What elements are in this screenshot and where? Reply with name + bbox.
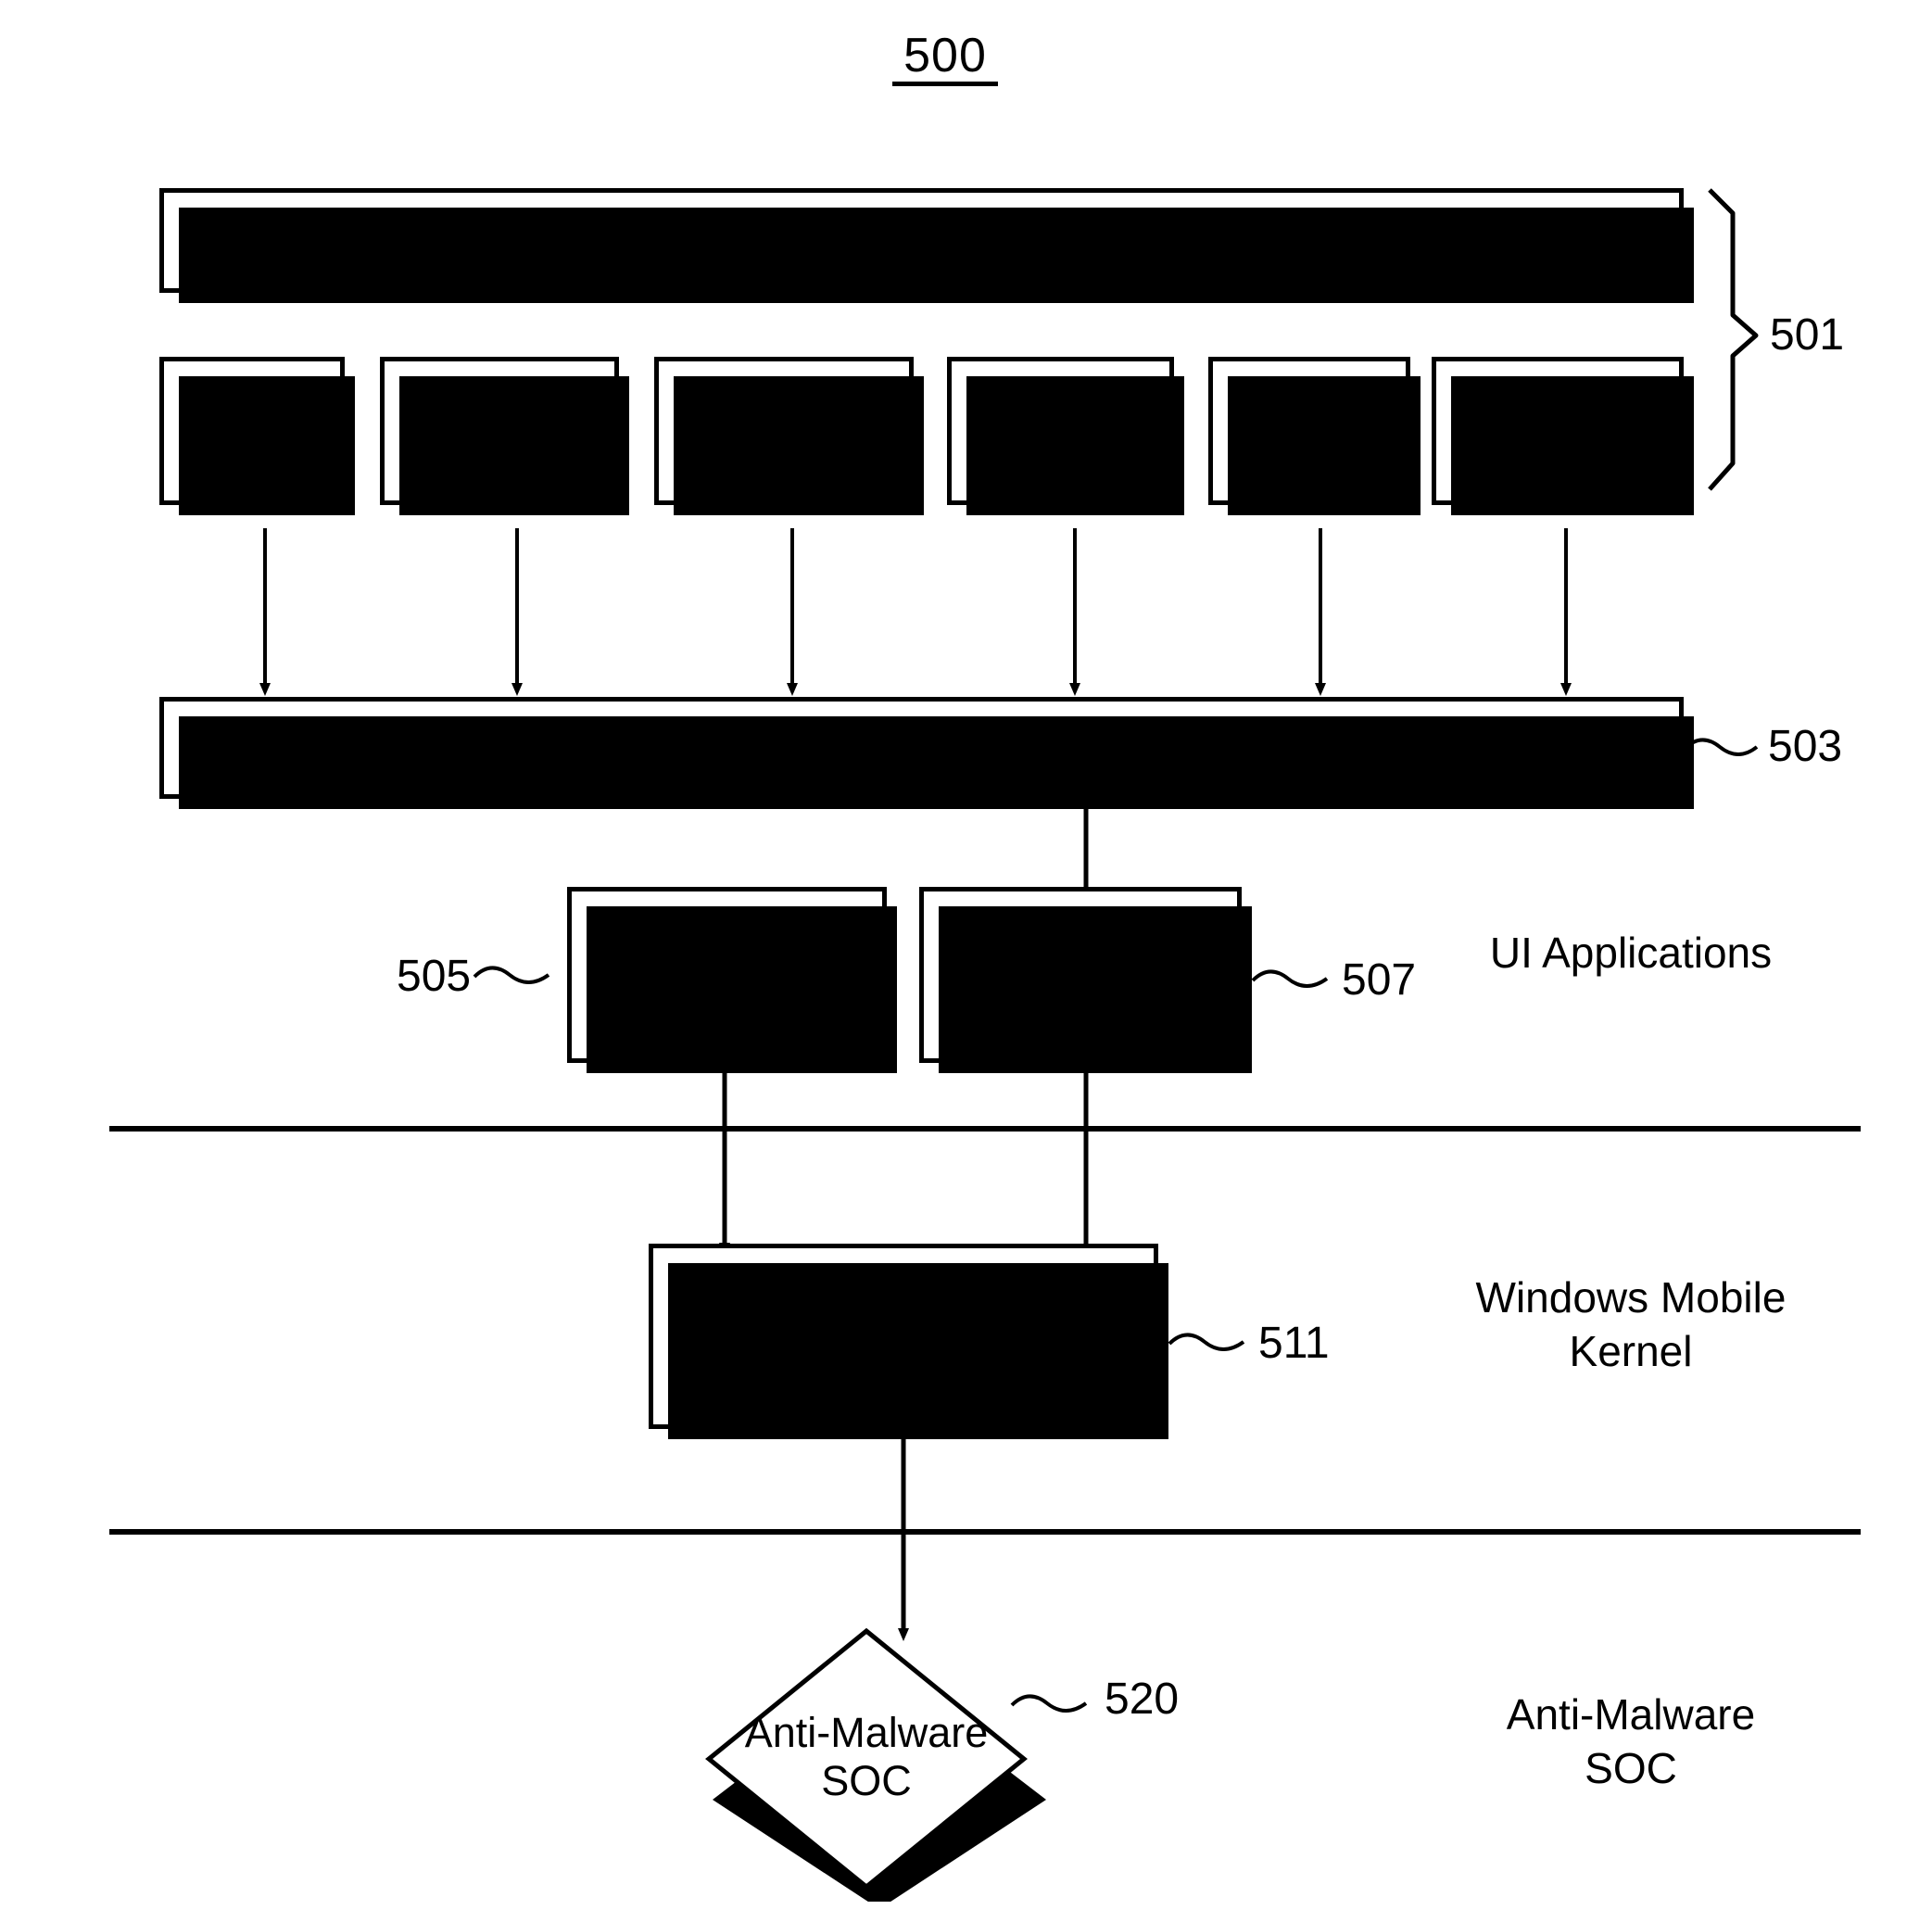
scan-source-memory-scan[interactable]: Memory Scan (1208, 357, 1421, 515)
message-receiver-block[interactable]: Message Receiver (919, 887, 1252, 1073)
stream-interface-driver-block[interactable]: Anti-Malware SOC Stream Interface Driver (649, 1244, 1168, 1439)
ui-block-label: UI (900, 215, 943, 264)
scan-source-label: File Event Scan (398, 386, 601, 475)
ref-507: 507 (1342, 955, 1417, 1005)
section-caption-windows-mobile-kernel: Windows Mobile Kernel (1475, 1273, 1787, 1375)
ref-520: 520 (1105, 1675, 1180, 1724)
scan-source-manual-scan[interactable]: Manual Scan (159, 357, 355, 515)
ui-block[interactable]: UI (159, 188, 1694, 303)
ref-501: 501 (1770, 310, 1845, 360)
section-caption-anti-malware-soc: Anti-Malware SOC (1506, 1690, 1756, 1792)
scan-queue-block[interactable]: Scan Queue (159, 697, 1694, 809)
scan-file-sender-label: Scan File Sender (639, 927, 814, 1021)
scan-source-label: Schedule Scan (977, 386, 1144, 475)
ref-505: 505 (397, 952, 472, 1001)
ref-511: 511 (1258, 1319, 1330, 1368)
scan-source-label: Device Event Scan (682, 386, 886, 475)
anti-malware-soc-diamond[interactable]: Anti-Malware SOC (676, 1624, 1056, 1902)
scan-source-label: Manual Scan (186, 386, 318, 475)
scan-source-input-buffer-scan[interactable]: Input Buffer Scan (1432, 357, 1694, 515)
stream-interface-driver-label: Anti-Malware SOC Stream Interface Driver (688, 1288, 1119, 1383)
scan-source-label: Memory Scan (1237, 386, 1382, 475)
scan-source-device-event-scan[interactable]: Device Event Scan (654, 357, 924, 515)
figure-number: 500 (892, 32, 998, 86)
scan-source-label: Input Buffer Scan (1454, 386, 1661, 475)
scan-source-schedule-scan[interactable]: Schedule Scan (947, 357, 1184, 515)
scan-file-sender-block[interactable]: Scan File Sender (567, 887, 897, 1073)
ref-503: 503 (1768, 722, 1843, 771)
section-caption-ui-applications: UI Applications (1489, 929, 1773, 977)
message-receiver-label: Message Receiver (995, 927, 1166, 1021)
scan-queue-label: Scan Queue (802, 723, 1041, 772)
scan-source-file-event-scan[interactable]: File Event Scan (380, 357, 629, 515)
anti-malware-soc-diamond-label: Anti-Malware SOC (744, 1709, 989, 1804)
figure-canvas: 500 UI Manual Scan File Event Scan Devic… (0, 0, 1932, 1922)
